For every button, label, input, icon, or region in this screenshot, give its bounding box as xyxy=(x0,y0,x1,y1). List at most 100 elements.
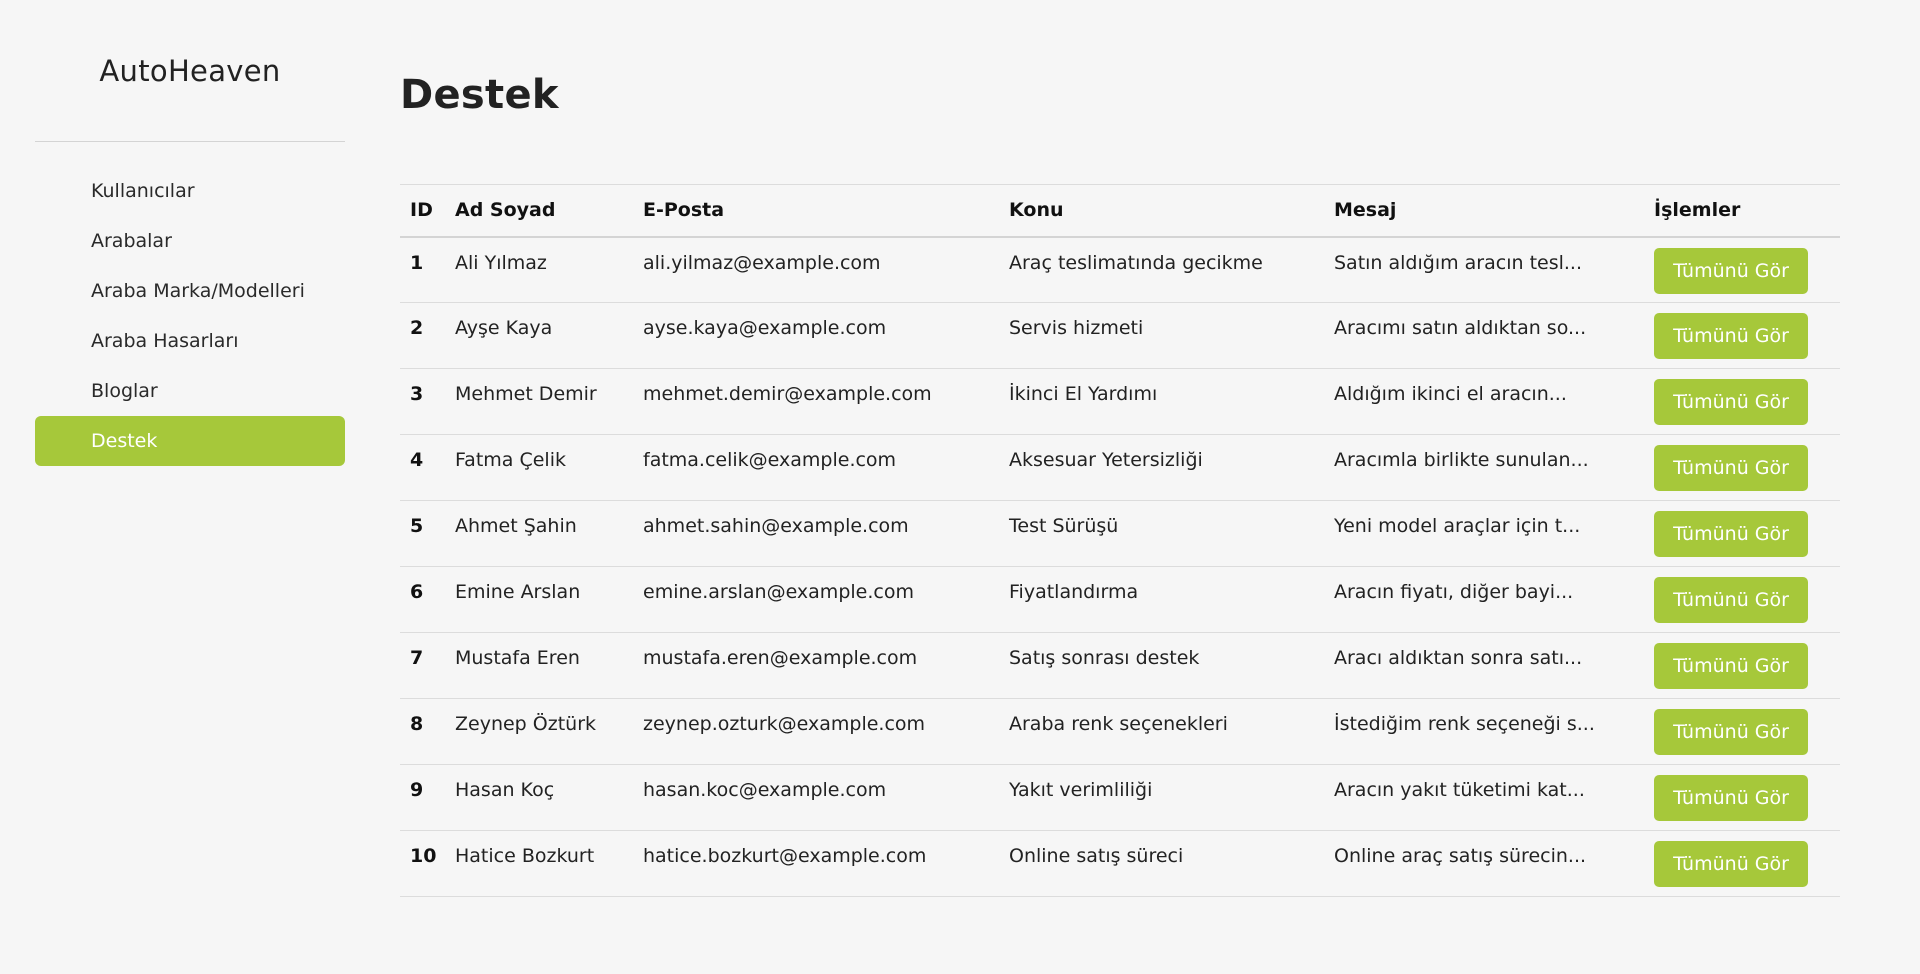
cell-id: 7 xyxy=(410,647,424,669)
cell-actions: Tümünü Gör xyxy=(1644,765,1840,831)
cell-message: Aracın yakıt tüketimi kat... xyxy=(1334,779,1585,801)
cell-subject: Yakıt verimliliği xyxy=(1009,779,1153,801)
page-title: Destek xyxy=(400,72,559,118)
cell-id: 8 xyxy=(410,713,424,735)
cell-id: 4 xyxy=(410,449,424,471)
cell-subject: İkinci El Yardımı xyxy=(1009,383,1158,405)
cell-id: 2 xyxy=(410,317,424,339)
table-row: 6 Emine Arslan emine.arslan@example.com Fiy… xyxy=(400,567,1840,633)
cell-message: Online araç satış sürecin... xyxy=(1334,845,1587,867)
cell-subject: Aksesuar Yetersizliği xyxy=(1009,449,1203,471)
view-all-button[interactable]: Tümünü Gör xyxy=(1654,709,1808,755)
sidebar-item-kullanicilar[interactable]: Kullanıcılar xyxy=(35,166,345,216)
cell-id: 5 xyxy=(410,515,424,537)
column-header-name: Ad Soyad xyxy=(455,199,556,222)
view-all-button[interactable]: Tümünü Gör xyxy=(1654,313,1808,359)
column-header-id: ID xyxy=(410,199,433,222)
table-row: 10 Hatice Bozkurt hatice.bozkurt@example.c… xyxy=(400,831,1840,897)
app-root: AutoHeaven Kullanıcılar Arabalar Araba Mar… xyxy=(0,0,1920,974)
cell-email: ahmet.sahin@example.com xyxy=(643,515,909,537)
sidebar: AutoHeaven Kullanıcılar Arabalar Araba Mar… xyxy=(35,0,345,466)
cell-message: İstediğim renk seçeneği s... xyxy=(1334,713,1595,735)
support-table: ID Ad Soyad E-Posta Konu Mesaj İşlemler … xyxy=(400,184,1840,897)
cell-name: Ahmet Şahin xyxy=(455,515,577,537)
cell-email: zeynep.ozturk@example.com xyxy=(643,713,926,735)
view-all-button[interactable]: Tümünü Gör xyxy=(1654,445,1808,491)
column-header-actions: İşlemler xyxy=(1654,199,1741,222)
brand-logo[interactable]: AutoHeaven xyxy=(35,0,345,142)
cell-name: Hatice Bozkurt xyxy=(455,845,595,867)
view-all-button[interactable]: Tümünü Gör xyxy=(1654,577,1808,623)
table-row: 8 Zeynep Öztürk zeynep.ozturk@example.com A… xyxy=(400,699,1840,765)
table-row: 1 Ali Yılmaz ali.yilmaz@example.com Araç te… xyxy=(400,237,1840,303)
cell-actions: Tümünü Gör xyxy=(1644,633,1840,699)
cell-id: 6 xyxy=(410,581,424,603)
cell-subject: Online satış süreci xyxy=(1009,845,1184,867)
cell-actions: Tümünü Gör xyxy=(1644,567,1840,633)
cell-message: Aracın fiyatı, diğer bayi... xyxy=(1334,581,1574,603)
cell-message: Aracımla birlikte sunulan... xyxy=(1334,449,1589,471)
cell-actions: Tümünü Gör xyxy=(1644,435,1840,501)
table-body: 1 Ali Yılmaz ali.yilmaz@example.com Araç te… xyxy=(400,237,1840,897)
cell-actions: Tümünü Gör xyxy=(1644,369,1840,435)
view-all-button[interactable]: Tümünü Gör xyxy=(1654,643,1808,689)
view-all-button[interactable]: Tümünü Gör xyxy=(1654,247,1808,294)
cell-subject: Servis hizmeti xyxy=(1009,317,1144,339)
sidebar-item-destek[interactable]: Destek xyxy=(35,416,345,466)
cell-name: Mehmet Demir xyxy=(455,383,597,405)
cell-email: ali.yilmaz@example.com xyxy=(643,251,881,274)
cell-name: Ali Yılmaz xyxy=(455,251,547,274)
cell-id: 10 xyxy=(410,845,437,867)
table-header-row: ID Ad Soyad E-Posta Konu Mesaj İşlemler xyxy=(400,184,1840,237)
cell-name: Fatma Çelik xyxy=(455,449,566,471)
cell-email: mustafa.eren@example.com xyxy=(643,647,918,669)
sidebar-item-bloglar[interactable]: Bloglar xyxy=(35,366,345,416)
table-row: 3 Mehmet Demir mehmet.demir@example.com İki… xyxy=(400,369,1840,435)
cell-subject: Araç teslimatında gecikme xyxy=(1009,251,1263,274)
view-all-button[interactable]: Tümünü Gör xyxy=(1654,775,1808,821)
cell-id: 1 xyxy=(410,251,424,274)
table-row: 2 Ayşe Kaya ayse.kaya@example.com Servis hi… xyxy=(400,303,1840,369)
cell-email: emine.arslan@example.com xyxy=(643,581,914,603)
cell-email: ayse.kaya@example.com xyxy=(643,317,887,339)
cell-subject: Araba renk seçenekleri xyxy=(1009,713,1228,735)
cell-actions: Tümünü Gör xyxy=(1644,831,1840,897)
cell-subject: Test Sürüşü xyxy=(1009,515,1119,537)
sidebar-nav: Kullanıcılar Arabalar Araba Marka/Modeller… xyxy=(35,166,345,466)
cell-actions: Tümünü Gör xyxy=(1644,699,1840,765)
cell-actions: Tümünü Gör xyxy=(1644,303,1840,369)
cell-message: Aracı aldıktan sonra satı... xyxy=(1334,647,1583,669)
cell-actions: Tümünü Gör xyxy=(1644,237,1840,303)
view-all-button[interactable]: Tümünü Gör xyxy=(1654,379,1808,425)
cell-name: Hasan Koç xyxy=(455,779,555,801)
table-row: 4 Fatma Çelik fatma.celik@example.com Akses… xyxy=(400,435,1840,501)
cell-name: Zeynep Öztürk xyxy=(455,713,597,735)
cell-id: 3 xyxy=(410,383,424,405)
table-row: 9 Hasan Koç hasan.koc@example.com Yakıt ver… xyxy=(400,765,1840,831)
view-all-button[interactable]: Tümünü Gör xyxy=(1654,511,1808,557)
cell-name: Emine Arslan xyxy=(455,581,581,603)
cell-actions: Tümünü Gör xyxy=(1644,501,1840,567)
cell-name: Ayşe Kaya xyxy=(455,317,553,339)
cell-id: 9 xyxy=(410,779,424,801)
sidebar-item-arabalar[interactable]: Arabalar xyxy=(35,216,345,266)
sidebar-item-araba-hasarlari[interactable]: Araba Hasarları xyxy=(35,316,345,366)
cell-subject: Satış sonrası destek xyxy=(1009,647,1200,669)
cell-name: Mustafa Eren xyxy=(455,647,580,669)
cell-email: hasan.koc@example.com xyxy=(643,779,887,801)
table-row: 7 Mustafa Eren mustafa.eren@example.com Sat… xyxy=(400,633,1840,699)
cell-email: fatma.celik@example.com xyxy=(643,449,897,471)
column-header-message: Mesaj xyxy=(1334,199,1397,222)
cell-message: Satın aldığım aracın tesl... xyxy=(1334,251,1583,274)
cell-email: hatice.bozkurt@example.com xyxy=(643,845,927,867)
cell-message: Yeni model araçlar için t... xyxy=(1334,515,1581,537)
view-all-button[interactable]: Tümünü Gör xyxy=(1654,841,1808,887)
column-header-email: E-Posta xyxy=(643,199,725,222)
cell-message: Aldığım ikinci el aracın... xyxy=(1334,383,1567,405)
cell-email: mehmet.demir@example.com xyxy=(643,383,932,405)
sidebar-item-araba-marka-modelleri[interactable]: Araba Marka/Modelleri xyxy=(35,266,345,316)
column-header-subject: Konu xyxy=(1009,199,1064,222)
cell-message: Aracımı satın aldıktan so... xyxy=(1334,317,1587,339)
cell-subject: Fiyatlandırma xyxy=(1009,581,1139,603)
table-row: 5 Ahmet Şahin ahmet.sahin@example.com Test … xyxy=(400,501,1840,567)
